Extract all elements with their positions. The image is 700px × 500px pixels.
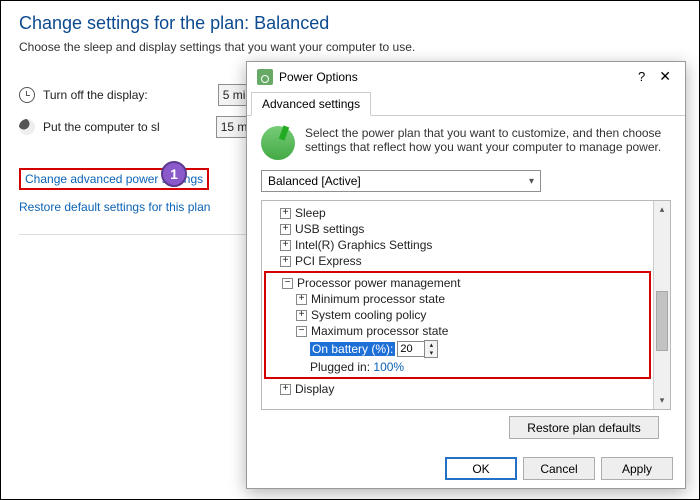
- highlight-box-2: −Processor power management +Minimum pro…: [264, 271, 651, 379]
- expand-icon[interactable]: +: [296, 294, 307, 305]
- scroll-up-icon[interactable]: ▴: [654, 201, 670, 218]
- spinner-up[interactable]: ▴: [425, 341, 437, 349]
- power-plan-select[interactable]: Balanced [Active] ▾: [261, 170, 541, 192]
- ok-button[interactable]: OK: [445, 457, 517, 480]
- spinner-down[interactable]: ▾: [425, 349, 437, 357]
- dialog-title: Power Options: [279, 70, 358, 84]
- scrollbar-thumb[interactable]: [656, 291, 668, 351]
- chevron-down-icon: ▾: [529, 176, 534, 187]
- expand-icon[interactable]: +: [280, 208, 291, 219]
- tree-item-pci-express[interactable]: PCI Express: [295, 254, 362, 268]
- tree-item-intel-graphics[interactable]: Intel(R) Graphics Settings: [295, 238, 432, 252]
- restore-plan-defaults-button[interactable]: Restore plan defaults: [509, 416, 659, 439]
- dialog-intro-text: Select the power plan that you want to c…: [305, 126, 671, 160]
- tab-advanced-settings[interactable]: Advanced settings: [251, 92, 371, 116]
- turn-off-display-label: Turn off the display:: [43, 88, 148, 102]
- on-battery-value-input[interactable]: [397, 341, 425, 357]
- expand-icon[interactable]: +: [280, 240, 291, 251]
- close-button[interactable]: ✕: [655, 68, 675, 85]
- battery-leaf-icon: [261, 126, 295, 160]
- plugged-in-label[interactable]: Plugged in:: [310, 360, 370, 374]
- power-options-icon: [257, 69, 273, 85]
- plugged-in-value[interactable]: 100%: [373, 360, 404, 374]
- power-plan-value: Balanced [Active]: [268, 174, 361, 188]
- tree-item-system-cooling-policy[interactable]: System cooling policy: [311, 308, 426, 322]
- moon-icon: [19, 119, 35, 135]
- expand-icon[interactable]: +: [296, 310, 307, 321]
- tree-item-minimum-processor-state[interactable]: Minimum processor state: [311, 292, 445, 306]
- expand-icon[interactable]: +: [280, 384, 291, 395]
- expand-icon[interactable]: +: [280, 224, 291, 235]
- apply-button[interactable]: Apply: [601, 457, 673, 480]
- clock-icon: [19, 87, 35, 103]
- collapse-icon[interactable]: −: [282, 278, 293, 289]
- scroll-down-icon[interactable]: ▾: [654, 392, 670, 409]
- tree-item-sleep[interactable]: Sleep: [295, 206, 326, 220]
- cancel-button[interactable]: Cancel: [523, 457, 595, 480]
- settings-tree[interactable]: + Sleep + USB settings + Intel(R) Graphics …: [262, 201, 653, 409]
- tree-scrollbar[interactable]: ▴ ▾: [653, 201, 670, 409]
- tree-item-usb[interactable]: USB settings: [295, 222, 364, 236]
- on-battery-label[interactable]: On battery (%):: [310, 342, 395, 356]
- put-computer-to-sleep-label: Put the computer to sl: [43, 120, 160, 134]
- page-title: Change settings for the plan: Balanced: [19, 13, 681, 34]
- expand-icon[interactable]: +: [280, 256, 291, 267]
- tree-item-processor-power-management[interactable]: Processor power management: [297, 276, 460, 290]
- callout-marker-1: 1: [161, 161, 187, 187]
- power-options-dialog: Power Options ? ✕ Advanced settings Sele…: [246, 61, 686, 489]
- help-button[interactable]: ?: [638, 69, 645, 84]
- tree-item-maximum-processor-state[interactable]: Maximum processor state: [311, 324, 448, 338]
- page-subtitle: Choose the sleep and display settings th…: [19, 40, 681, 54]
- tree-item-display[interactable]: Display: [295, 382, 334, 396]
- collapse-icon[interactable]: −: [296, 326, 307, 337]
- put-computer-to-sleep-value: 15 m: [221, 120, 248, 134]
